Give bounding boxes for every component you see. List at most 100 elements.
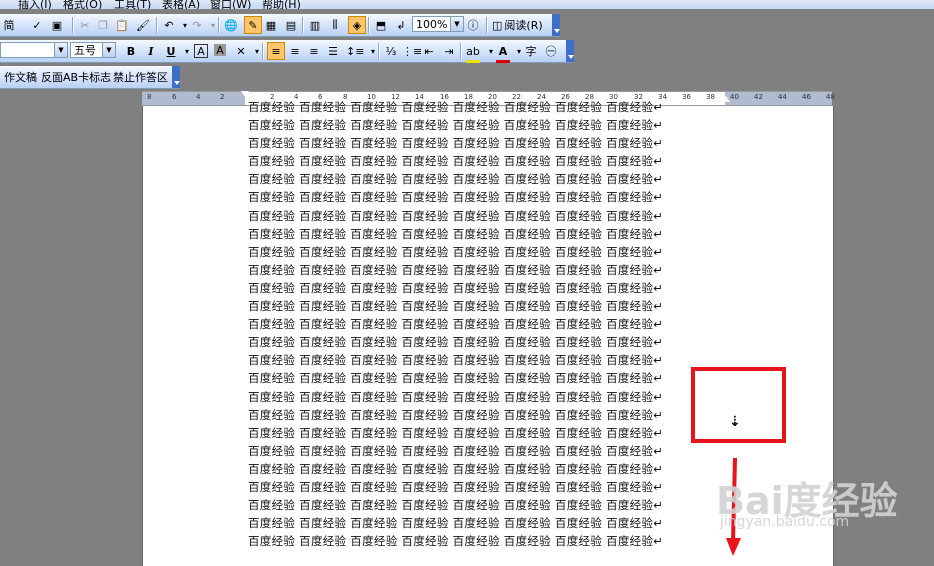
toolbar-options-icon[interactable] (172, 66, 180, 88)
annotation-down-arrow-icon (726, 458, 741, 556)
line-spacing-icon[interactable]: ↕≡ (346, 42, 364, 60)
char-shading-icon[interactable]: A (214, 44, 226, 57)
menu-bar: 插入(I) 格式(O) 工具(T) 表格(A) 窗口(W) 帮助(H) (0, 0, 934, 9)
distributed-icon[interactable]: ☰ (326, 42, 340, 60)
zoom-select[interactable]: 100% ▼ (412, 16, 464, 32)
chevron-down-icon[interactable]: ▼ (54, 43, 67, 57)
increase-indent-icon[interactable]: ⇥ (442, 42, 456, 60)
toolbar-separator (262, 43, 264, 59)
font-name-select[interactable]: ▼ (0, 42, 68, 58)
char-border-icon[interactable]: A (194, 44, 208, 58)
format-painter-icon[interactable]: 🖌 (136, 16, 150, 34)
ruler-tick-label: 44 (778, 93, 787, 101)
document-line[interactable]: 百度经验 百度经验 百度经验 百度经验 百度经验 百度经验 百度经验 百度经验↵ (248, 297, 708, 315)
document-body[interactable]: 百度经验 百度经验 百度经验 百度经验 百度经验 百度经验 百度经验 百度经验↵… (248, 98, 708, 550)
font-color-icon[interactable]: A (496, 42, 510, 63)
document-map-icon[interactable]: ◈ (348, 16, 366, 34)
first-line-indent-marker[interactable] (241, 91, 249, 97)
research-icon[interactable]: ▣ (50, 16, 64, 34)
char-scale-icon[interactable]: ✕ (234, 42, 248, 60)
ruler-tick-label: 42 (754, 93, 763, 101)
enclose-characters-icon[interactable]: ㊀ (544, 42, 558, 60)
document-line[interactable]: 百度经验 百度经验 百度经验 百度经验 百度经验 百度经验 百度经验 百度经验↵ (248, 388, 708, 406)
columns-icon[interactable]: ▥ (308, 16, 322, 34)
show-hide-icon[interactable]: ⬒ (374, 16, 388, 34)
document-line[interactable]: 百度经验 百度经验 百度经验 百度经验 百度经验 百度经验 百度经验 百度经验↵ (248, 152, 708, 170)
align-center-icon[interactable]: ≡ (288, 42, 302, 60)
paste-icon[interactable]: 📋 (115, 16, 129, 34)
underline-dropdown-icon[interactable]: ▾ (180, 42, 194, 60)
numbering-icon[interactable]: ⅓ (384, 42, 398, 60)
spelling-icon[interactable]: ✓ (30, 16, 44, 34)
toolbar-separator (156, 17, 158, 33)
right-indent-marker[interactable] (722, 96, 730, 102)
highlight-icon[interactable]: ab (466, 42, 480, 63)
simplified-chinese-button[interactable]: 简 (2, 16, 16, 34)
phonetic-guide-icon[interactable]: 字 (524, 42, 538, 60)
chevron-down-icon[interactable]: ▼ (450, 17, 463, 31)
italic-button[interactable]: I (144, 42, 158, 60)
menu-format[interactable]: 格式(O) (63, 0, 102, 9)
menu-tools[interactable]: 工具(T) (114, 0, 151, 9)
document-line[interactable]: 百度经验 百度经验 百度经验 百度经验 百度经验 百度经验 百度经验 百度经验↵ (248, 424, 708, 442)
decrease-indent-icon[interactable]: ⇤ (422, 42, 436, 60)
document-line[interactable]: 百度经验 百度经验 百度经验 百度经验 百度经验 百度经验 百度经验 百度经验↵ (248, 514, 708, 532)
document-line[interactable]: 百度经验 百度经验 百度经验 百度经验 百度经验 百度经验 百度经验 百度经验↵ (248, 460, 708, 478)
tables-borders-icon[interactable]: ✎ (244, 16, 262, 34)
menu-table[interactable]: 表格(A) (162, 0, 200, 9)
drawing-icon[interactable]: ⫼ (328, 16, 342, 34)
paragraph-mark-icon[interactable]: ↲ (394, 16, 408, 34)
ruler-tick-label: 6 (172, 93, 177, 101)
align-right-icon[interactable]: ≡ (307, 42, 321, 60)
document-line[interactable]: 百度经验 百度经验 百度经验 百度经验 百度经验 百度经验 百度经验 百度经验↵ (248, 98, 708, 116)
document-line[interactable]: 百度经验 百度经验 百度经验 百度经验 百度经验 百度经验 百度经验 百度经验↵ (248, 170, 708, 188)
toolbar-item-composition[interactable]: 作文稿 (4, 68, 37, 86)
read-icon: ◫ (492, 18, 503, 32)
cut-icon[interactable]: ✂ (78, 16, 92, 34)
bullets-icon[interactable]: ⋮≡ (402, 42, 422, 60)
document-line[interactable]: 百度经验 百度经验 百度经验 百度经验 百度经验 百度经验 百度经验 百度经验↵ (248, 333, 708, 351)
read-label: 阅读(R) (504, 19, 543, 32)
menu-help[interactable]: 帮助(H) (262, 0, 301, 9)
document-line[interactable]: 百度经验 百度经验 百度经验 百度经验 百度经验 百度经验 百度经验 百度经验↵ (248, 279, 708, 297)
document-line[interactable]: 百度经验 百度经验 百度经验 百度经验 百度经验 百度经验 百度经验 百度经验↵ (248, 406, 708, 424)
bold-button[interactable]: B (124, 42, 138, 60)
document-line[interactable]: 百度经验 百度经验 百度经验 百度经验 百度经验 百度经验 百度经验 百度经验↵ (248, 496, 708, 514)
redo-icon[interactable]: ↷ (190, 16, 204, 34)
formatting-toolbar: ▼ 五号 ▼ B I U ▾ A A ✕ ▾ ≡ ≡ ≡ ☰ ↕≡ ▾ ⅓ ⋮≡… (0, 40, 574, 63)
menu-window[interactable]: 窗口(W) (210, 0, 251, 9)
annotation-highlight-box (691, 367, 786, 443)
hyperlink-icon[interactable]: 🌐 (224, 16, 238, 34)
document-line[interactable]: 百度经验 百度经验 百度经验 百度经验 百度经验 百度经验 百度经验 百度经验↵ (248, 369, 708, 387)
undo-icon[interactable]: ↶ (162, 16, 176, 34)
document-line[interactable]: 百度经验 百度经验 百度经验 百度经验 百度经验 百度经验 百度经验 百度经验↵ (248, 225, 708, 243)
document-line[interactable]: 百度经验 百度经验 百度经验 百度经验 百度经验 百度经验 百度经验 百度经验↵ (248, 207, 708, 225)
document-line[interactable]: 百度经验 百度经验 百度经验 百度经验 百度经验 百度经验 百度经验 百度经验↵ (248, 188, 708, 206)
toolbar-options-icon[interactable] (566, 40, 574, 62)
insert-excel-icon[interactable]: ▤ (284, 16, 298, 34)
document-line[interactable]: 百度经验 百度经验 百度经验 百度经验 百度经验 百度经验 百度经验 百度经验↵ (248, 261, 708, 279)
document-line[interactable]: 百度经验 百度经验 百度经验 百度经验 百度经验 百度经验 百度经验 百度经验↵ (248, 532, 708, 550)
chevron-down-icon[interactable]: ▼ (102, 43, 115, 57)
document-line[interactable]: 百度经验 百度经验 百度经验 百度经验 百度经验 百度经验 百度经验 百度经验↵ (248, 351, 708, 369)
toolbar-item-ab-mark[interactable]: 反面AB卡标志 (41, 68, 111, 86)
toolbar-separator (302, 17, 304, 33)
menu-insert[interactable]: 插入(I) (18, 0, 52, 9)
toolbar-options-icon[interactable] (552, 14, 560, 36)
document-line[interactable]: 百度经验 百度经验 百度经验 百度经验 百度经验 百度经验 百度经验 百度经验↵ (248, 243, 708, 261)
toolbar-separator (486, 17, 488, 33)
document-line[interactable]: 百度经验 百度经验 百度经验 百度经验 百度经验 百度经验 百度经验 百度经验↵ (248, 442, 708, 460)
align-justify-icon[interactable]: ≡ (267, 42, 285, 60)
help-icon[interactable]: ⓘ (466, 16, 480, 34)
document-line[interactable]: 百度经验 百度经验 百度经验 百度经验 百度经验 百度经验 百度经验 百度经验↵ (248, 478, 708, 496)
font-size-select[interactable]: 五号 ▼ (70, 42, 116, 58)
toolbar-separator (218, 17, 220, 33)
document-line[interactable]: 百度经验 百度经验 百度经验 百度经验 百度经验 百度经验 百度经验 百度经验↵ (248, 315, 708, 333)
document-line[interactable]: 百度经验 百度经验 百度经验 百度经验 百度经验 百度经验 百度经验 百度经验↵ (248, 116, 708, 134)
insert-table-icon[interactable]: ▦ (264, 16, 278, 34)
underline-button[interactable]: U (164, 42, 178, 60)
read-mode-button[interactable]: ◫ 阅读(R) (492, 16, 543, 34)
copy-icon[interactable]: ❐ (96, 16, 110, 34)
toolbar-item-no-answer-zone[interactable]: 禁止作答区 (113, 68, 168, 86)
document-line[interactable]: 百度经验 百度经验 百度经验 百度经验 百度经验 百度经验 百度经验 百度经验↵ (248, 134, 708, 152)
